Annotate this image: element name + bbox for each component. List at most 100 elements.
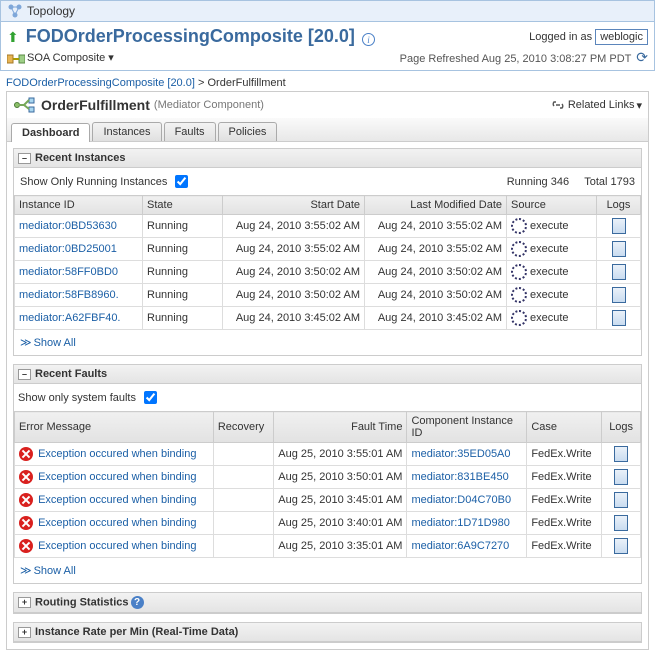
col-logs-f[interactable]: Logs xyxy=(602,412,641,443)
fault-time-cell: Aug 25, 2010 3:35:01 AM xyxy=(274,535,407,558)
instance-id-link[interactable]: mediator:A62FBF40. xyxy=(19,312,121,324)
logged-in-status: Logged in as weblogic xyxy=(529,29,648,45)
component-id-link[interactable]: mediator:6A9C7270 xyxy=(411,540,509,552)
info-icon[interactable]: i xyxy=(362,33,375,46)
chevron-down-icon: ▾ xyxy=(108,51,114,64)
source-cell[interactable]: execute xyxy=(507,238,597,261)
logged-in-label: Logged in as xyxy=(529,31,592,43)
running-label: Running xyxy=(507,176,548,188)
soa-composite-menu[interactable]: SOA Composite ▾ xyxy=(7,51,114,64)
refresh-icon[interactable]: ⟳ xyxy=(636,49,648,65)
log-icon[interactable] xyxy=(614,538,628,554)
log-icon[interactable] xyxy=(614,492,628,508)
col-instance-id[interactable]: Instance ID xyxy=(15,196,143,215)
tabstrip: Dashboard Instances Faults Policies xyxy=(6,118,649,142)
system-faults-checkbox[interactable] xyxy=(144,391,157,404)
component-type: (Mediator Component) xyxy=(154,99,264,111)
source-cell[interactable]: execute xyxy=(507,215,597,238)
component-id-link[interactable]: mediator:35ED05A0 xyxy=(411,448,510,460)
breadcrumb-root[interactable]: FODOrderProcessingComposite [20.0] xyxy=(6,77,195,89)
instances-show-all[interactable]: ≫ Show All xyxy=(14,330,641,355)
instance-id-link[interactable]: mediator:58FB8960. xyxy=(19,289,119,301)
collapse-icon[interactable]: – xyxy=(18,369,31,380)
instance-id-link[interactable]: mediator:0BD53630 xyxy=(19,220,117,232)
instance-rate-header[interactable]: +Instance Rate per Min (Real-Time Data) xyxy=(14,623,641,642)
error-link[interactable]: Exception occured when binding xyxy=(38,494,196,506)
source-cell[interactable]: execute xyxy=(507,284,597,307)
error-icon xyxy=(19,493,33,507)
col-mod[interactable]: Last Modified Date xyxy=(365,196,507,215)
help-icon[interactable]: ? xyxy=(131,596,144,609)
recent-faults-header[interactable]: –Recent Faults xyxy=(14,365,641,384)
component-id-link[interactable]: mediator:831BE450 xyxy=(411,471,508,483)
error-link[interactable]: Exception occured when binding xyxy=(38,517,196,529)
col-start[interactable]: Start Date xyxy=(223,196,365,215)
faults-show-all[interactable]: ≫ Show All xyxy=(14,558,641,583)
table-row: Exception occured when bindingAug 25, 20… xyxy=(15,512,641,535)
double-chevron-icon: ≫ xyxy=(20,565,29,577)
table-row: mediator:0BD25001 Running Aug 24, 2010 3:5… xyxy=(15,238,641,261)
refresh-text: Page Refreshed Aug 25, 2010 3:08:27 PM P… xyxy=(400,53,632,65)
log-icon[interactable] xyxy=(614,515,628,531)
source-cell[interactable]: execute xyxy=(507,307,597,330)
log-icon[interactable] xyxy=(614,446,628,462)
start-cell: Aug 24, 2010 3:55:02 AM xyxy=(223,215,365,238)
instance-id-link[interactable]: mediator:0BD25001 xyxy=(19,243,117,255)
component-name: OrderFulfillment xyxy=(41,97,150,113)
running-filter-checkbox[interactable] xyxy=(175,175,188,188)
error-link[interactable]: Exception occured when binding xyxy=(38,471,196,483)
composite-icon xyxy=(7,52,23,64)
error-link[interactable]: Exception occured when binding xyxy=(38,448,196,460)
col-state[interactable]: State xyxy=(143,196,223,215)
table-row: mediator:A62FBF40.RunningAug 24, 2010 3:… xyxy=(15,307,641,330)
tab-policies[interactable]: Policies xyxy=(218,122,278,141)
col-fault-time[interactable]: Fault Time xyxy=(274,412,407,443)
log-icon[interactable] xyxy=(612,241,626,257)
source-cell[interactable]: execute xyxy=(507,261,597,284)
log-icon[interactable] xyxy=(612,218,626,234)
topology-label: Topology xyxy=(27,4,75,18)
chevron-down-icon: ▾ xyxy=(636,99,642,112)
state-cell: Running xyxy=(143,238,223,261)
state-cell: Running xyxy=(143,261,223,284)
gear-icon xyxy=(511,218,527,234)
log-icon[interactable] xyxy=(612,264,626,280)
log-icon[interactable] xyxy=(614,469,628,485)
breadcrumb-current: OrderFulfillment xyxy=(207,77,285,89)
error-link[interactable]: Exception occured when binding xyxy=(38,540,196,552)
tab-dashboard[interactable]: Dashboard xyxy=(11,123,90,142)
col-logs[interactable]: Logs xyxy=(597,196,641,215)
instance-rate-section: +Instance Rate per Min (Real-Time Data) xyxy=(13,622,642,643)
col-source[interactable]: Source xyxy=(507,196,597,215)
col-case[interactable]: Case xyxy=(527,412,602,443)
mod-cell: Aug 24, 2010 3:50:02 AM xyxy=(365,284,507,307)
log-icon[interactable] xyxy=(612,287,626,303)
soa-menu-label: SOA Composite xyxy=(27,52,105,64)
topology-bar[interactable]: Topology xyxy=(0,0,655,22)
composite-title: FODOrderProcessingComposite [20.0] xyxy=(26,26,355,46)
tab-instances[interactable]: Instances xyxy=(92,122,161,141)
expand-icon[interactable]: + xyxy=(18,597,31,608)
col-recovery[interactable]: Recovery xyxy=(213,412,273,443)
fault-time-cell: Aug 25, 2010 3:55:01 AM xyxy=(274,443,407,466)
log-icon[interactable] xyxy=(612,310,626,326)
expand-icon[interactable]: + xyxy=(18,627,31,638)
table-row: mediator:58FF0BD0RunningAug 24, 2010 3:5… xyxy=(15,261,641,284)
composite-title-wrap: ⬆ FODOrderProcessingComposite [20.0] i xyxy=(7,26,375,47)
routing-statistics-header[interactable]: +Routing Statistics? xyxy=(14,593,641,613)
instance-stats: Running 346 Total 1793 xyxy=(507,176,635,188)
collapse-icon[interactable]: – xyxy=(18,153,31,164)
recent-instances-header[interactable]: –Recent Instances xyxy=(14,149,641,168)
mod-cell: Aug 24, 2010 3:55:02 AM xyxy=(365,215,507,238)
error-icon xyxy=(19,516,33,530)
up-arrow-icon[interactable]: ⬆ xyxy=(7,29,19,45)
component-id-link[interactable]: mediator:D04C70B0 xyxy=(411,494,511,506)
logged-in-user: weblogic xyxy=(595,29,648,45)
instance-id-link[interactable]: mediator:58FF0BD0 xyxy=(19,266,118,278)
component-id-link[interactable]: mediator:1D71D980 xyxy=(411,517,509,529)
mod-cell: Aug 24, 2010 3:55:02 AM xyxy=(365,238,507,261)
related-links-menu[interactable]: Related Links ▾ xyxy=(551,98,642,112)
col-error[interactable]: Error Message xyxy=(15,412,214,443)
col-comp-id[interactable]: Component Instance ID xyxy=(407,412,527,443)
tab-faults[interactable]: Faults xyxy=(164,122,216,141)
